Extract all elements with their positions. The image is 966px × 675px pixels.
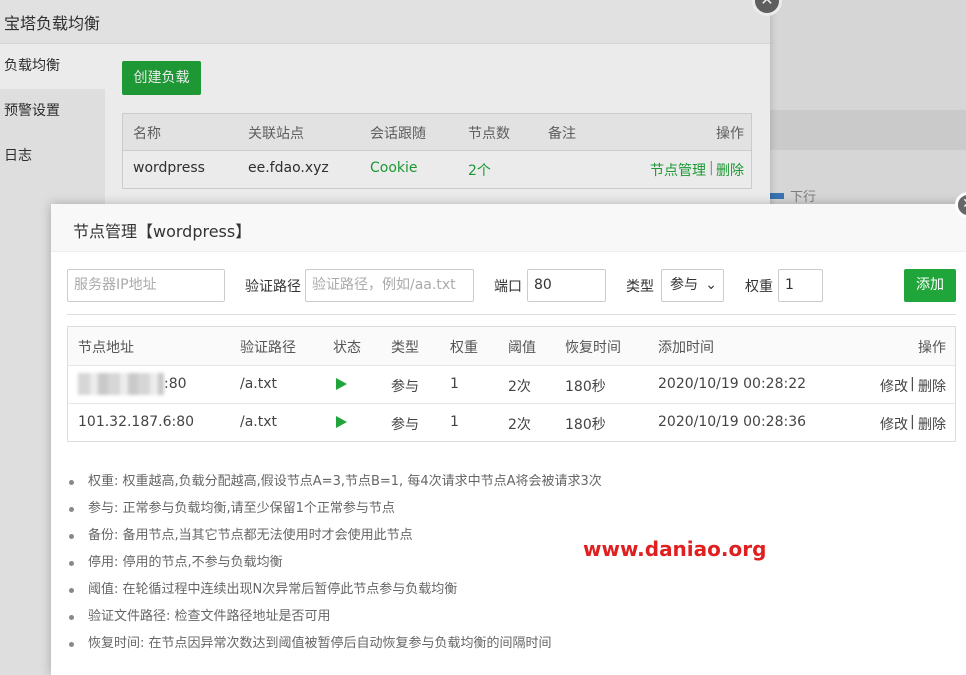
table-row: :80 /a.txt 参与 1 2次 180秒 2020/10/19 00:28…	[68, 365, 955, 403]
delete-link[interactable]: 删除	[918, 414, 946, 434]
chevron-down-icon: ⌄	[705, 277, 717, 293]
node-weight: 1	[450, 376, 459, 392]
node-weight: 1	[450, 414, 459, 430]
list-item: 权重: 权重越高,负载分配越高,假设节点A=3,节点B=1, 每4次请求中节点A…	[67, 468, 602, 495]
node-path: /a.txt	[240, 376, 278, 392]
add-node-button[interactable]: 添加	[904, 269, 956, 302]
verify-path-input[interactable]: 验证路径，例如/aa.txt	[305, 269, 474, 302]
delete-link[interactable]: 删除	[918, 376, 946, 396]
list-item: 验证文件路径: 检查文件路径地址是否可用	[67, 603, 602, 630]
table-header: 节点地址 验证路径 状态 类型 权重 阈值 恢复时间 添加时间 操作	[68, 327, 955, 365]
type-select[interactable]: 参与 ⌄	[661, 269, 724, 302]
watermark: www.daniao.org	[583, 537, 767, 561]
action-separator: |	[910, 376, 915, 392]
column-header: 验证路径	[240, 340, 296, 356]
path-label: 验证路径	[245, 279, 301, 295]
edit-link[interactable]: 修改	[880, 414, 908, 434]
node-threshold: 2次	[508, 417, 531, 433]
node-type: 参与	[391, 417, 419, 433]
node-path: /a.txt	[240, 414, 278, 430]
column-header: 状态	[333, 340, 361, 356]
type-label: 类型	[626, 279, 654, 295]
list-item: 停用: 停用的节点,不参与负载均衡	[67, 549, 602, 576]
node-added-time: 2020/10/19 00:28:36	[658, 414, 807, 430]
column-header: 恢复时间	[565, 340, 621, 356]
edit-link[interactable]: 修改	[880, 376, 908, 396]
node-address: :80	[164, 376, 187, 392]
node-management-dialog: 节点管理【wordpress】 ✕ 服务器IP地址 验证路径 验证路径，例如/a…	[51, 192, 966, 675]
table-row: 101.32.187.6:80 /a.txt 参与 1 2次 180秒 2020…	[68, 403, 955, 441]
play-status-icon	[336, 378, 347, 390]
list-item: 参与: 正常参与负载均衡,请至少保留1个正常参与节点	[67, 495, 602, 522]
node-table: 节点地址 验证路径 状态 类型 权重 阈值 恢复时间 添加时间 操作 :80 /…	[67, 326, 956, 442]
action-separator: |	[910, 414, 915, 430]
node-recovery: 180秒	[565, 417, 606, 433]
column-header: 添加时间	[658, 340, 714, 356]
list-item: 备份: 备用节点,当其它节点都无法使用时才会使用此节点	[67, 522, 602, 549]
node-type: 参与	[391, 379, 419, 395]
weight-input[interactable]: 1	[778, 269, 823, 302]
port-input[interactable]: 80	[527, 269, 606, 302]
column-header: 类型	[391, 340, 419, 356]
node-dialog-title: 节点管理【wordpress】	[51, 204, 966, 252]
help-notes: 权重: 权重越高,负载分配越高,假设节点A=3,节点B=1, 每4次请求中节点A…	[67, 468, 602, 657]
list-item: 恢复时间: 在节点因异常次数达到阈值被暂停后自动恢复参与负载均衡的间隔时间	[67, 630, 602, 657]
column-header: 阈值	[508, 340, 536, 356]
divider	[67, 314, 956, 315]
column-header: 节点地址	[78, 340, 134, 356]
add-node-form: 服务器IP地址 验证路径 验证路径，例如/aa.txt 端口 80 类型 参与 …	[51, 269, 966, 302]
list-item: 阈值: 在轮循过程中连续出现N次异常后暂停此节点参与负载均衡	[67, 576, 602, 603]
port-label: 端口	[494, 279, 522, 295]
column-header: 操作	[918, 340, 946, 356]
node-threshold: 2次	[508, 379, 531, 395]
weight-label: 权重	[745, 279, 773, 295]
node-address: 101.32.187.6:80	[78, 414, 195, 430]
node-recovery: 180秒	[565, 379, 606, 395]
server-ip-input[interactable]: 服务器IP地址	[67, 269, 225, 302]
redacted-ip	[78, 373, 164, 395]
play-status-icon	[336, 416, 347, 428]
node-added-time: 2020/10/19 00:28:22	[658, 376, 807, 392]
type-select-value: 参与	[670, 277, 698, 293]
column-header: 权重	[450, 340, 478, 356]
